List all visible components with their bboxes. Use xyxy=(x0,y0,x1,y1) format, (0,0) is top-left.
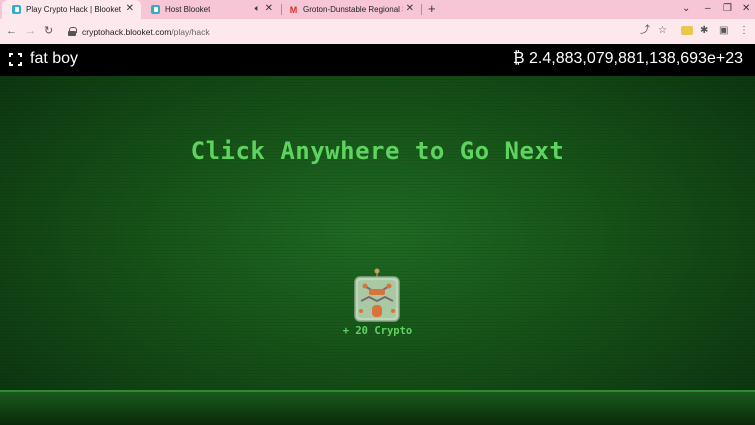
address-bar[interactable]: cryptohack.blooket.com/play/hack xyxy=(62,22,674,41)
reload-icon[interactable]: ↻ xyxy=(44,24,53,38)
minimize-icon[interactable]: – xyxy=(705,2,711,16)
close-window-icon[interactable]: ✕ xyxy=(742,2,750,16)
crypto-balance: ₿ 2.4,883,079,881,138,693e+23 xyxy=(512,50,743,67)
tab-separator xyxy=(421,4,422,15)
fullscreen-icon[interactable] xyxy=(9,53,22,66)
game-area[interactable]: Click Anywhere to Go Next + 20 Crypto xyxy=(0,76,755,425)
new-tab-icon[interactable]: + xyxy=(428,1,436,17)
share-icon[interactable]: ⤴ xyxy=(640,25,650,37)
bookmark-star-icon[interactable]: ☆ xyxy=(658,25,667,37)
forward-icon[interactable]: → xyxy=(25,24,36,38)
next-prompt: Click Anywhere to Go Next xyxy=(190,137,565,165)
speaker-muted-icon[interactable]: 🔈︎ xyxy=(255,3,260,14)
tab-host-blooket[interactable]: Host Blooket 🔈︎ ✕ xyxy=(141,0,280,19)
player-name: fat boy xyxy=(30,50,79,67)
game-header: fat boy ₿ 2.4,883,079,881,138,693e+23 xyxy=(0,44,755,76)
blooket-favicon-icon xyxy=(151,5,160,14)
close-tab-icon[interactable]: ✕ xyxy=(126,3,134,15)
game-floor xyxy=(0,390,755,425)
close-tab-icon[interactable]: ✕ xyxy=(406,3,414,15)
tab-groton-dunstable[interactable]: M Groton-Dunstable Regional Scho ✕ xyxy=(279,0,421,19)
back-icon[interactable]: ← xyxy=(6,24,17,38)
tab-title: Host Blooket xyxy=(165,5,211,14)
blooket-favicon-icon xyxy=(12,5,21,14)
tab-title: Play Crypto Hack | Blooket xyxy=(26,5,122,14)
extensions-puzzle-icon[interactable]: ✱ xyxy=(700,25,708,37)
reward-text: + 20 Crypto xyxy=(342,325,413,337)
robot-chest-blook-icon xyxy=(354,268,400,322)
scanline-overlay xyxy=(0,76,755,425)
tab-search-chevron-icon[interactable]: ⌄ xyxy=(682,2,690,16)
close-tab-icon[interactable]: ✕ xyxy=(265,3,273,15)
url-text: cryptohack.blooket.com/play/hack xyxy=(82,26,210,37)
gmail-favicon-icon: M xyxy=(289,4,298,15)
lock-icon[interactable] xyxy=(68,27,77,36)
extension-icon[interactable] xyxy=(681,26,693,35)
tab-strip: Play Crypto Hack | Blooket ✕ Host Blooke… xyxy=(0,0,755,19)
restore-icon[interactable]: ❐ xyxy=(723,2,732,16)
side-panel-icon[interactable]: ▣ xyxy=(719,25,728,37)
tab-play-crypto-hack[interactable]: Play Crypto Hack | Blooket ✕ xyxy=(2,0,141,19)
menu-kebab-icon[interactable]: ⋮ xyxy=(739,25,749,37)
tab-title: Groton-Dunstable Regional Scho xyxy=(303,5,403,14)
browser-toolbar: ← → ↻ cryptohack.blooket.com/play/hack ⤴… xyxy=(0,19,755,44)
